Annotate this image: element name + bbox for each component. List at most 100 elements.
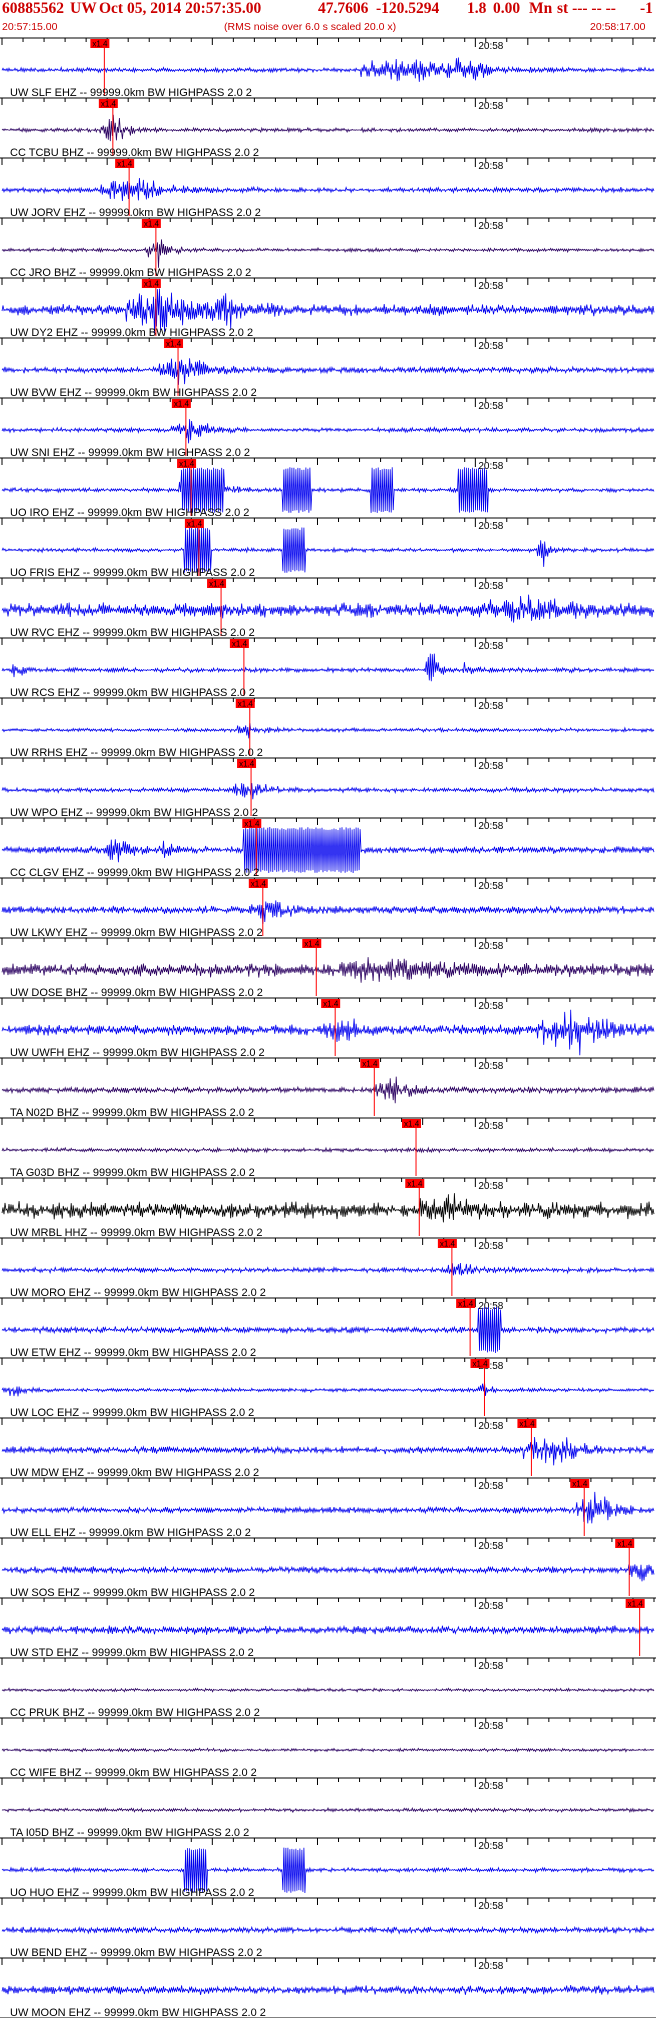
minute-label: 20:58: [478, 1781, 503, 1792]
trace-panel: 20:58 x1.4 CC CLGV EHZ -- 99999.0km BW HIG…: [0, 817, 656, 879]
trace-panel: 20:58x1.4UW LOC EHZ -- 99999.0km BW HIGH…: [0, 1357, 656, 1419]
minute-label: 20:58: [478, 1541, 503, 1552]
waveform: [1, 1925, 655, 1935]
minute-label: 20:58: [478, 1241, 503, 1252]
waveform: [1, 653, 655, 682]
minute-label: 20:58: [478, 761, 503, 772]
station-label: UO HUO EHZ -- 99999.0km BW HIGHPASS 2.0 …: [10, 1887, 254, 1899]
waveform: [1, 1436, 655, 1466]
station-label: UW BVW EHZ -- 99999.0km BW HIGHPASS 2.0 …: [10, 387, 257, 399]
trace-panel: 20:58x1.4UO IRO EHZ -- 99999.0km BW HIGH…: [0, 457, 656, 519]
trace-panel: 20:58x1.4UW ETW EHZ -- 99999.0km BW HIGH…: [0, 1297, 656, 1359]
waveform: [1, 1806, 655, 1814]
pick-marker-label: x1.4: [519, 1420, 535, 1429]
minute-label: 20:58: [478, 341, 503, 352]
station-label: TA N02D BHZ -- 99999.0km BW HIGHPASS 2.0…: [10, 1107, 254, 1119]
waveform: [1, 239, 655, 268]
trace-panel: 20:58 x1.4 CC TCBU BHZ -- 99999.0km BW HIG…: [0, 97, 656, 159]
pick-marker-label: x1.4: [617, 1540, 633, 1549]
station-label: UO FRIS EHZ -- 99999.0km BW HIGHPASS 2.0…: [10, 567, 255, 579]
trace-panel: 20:58 x1.4 UO FRIS EHZ -- 99999.0km BW HIG…: [0, 517, 656, 579]
station-label: CC WIFE BHZ -- 99999.0km BW HIGHPASS 2.0…: [10, 1767, 257, 1779]
pick-marker-label: x1.4: [472, 1360, 488, 1369]
trace-panel: 20:58 x1.4 UW JORV EHZ -- 99999.0km BW HIG…: [0, 157, 656, 219]
pick-marker-label: x1.4: [304, 940, 320, 949]
minute-label: 20:58: [478, 1601, 503, 1612]
trace-panel: 20:58 x1.4 UW STD EHZ -- 99999.0km BW HIGH…: [0, 1597, 656, 1659]
minute-label: 20:58: [478, 521, 503, 532]
station-label: UW BEND EHZ -- 99999.0km BW HIGHPASS 2.0…: [10, 1947, 262, 1959]
pick-marker-label: x1.4: [144, 220, 160, 229]
trace-panel: 20:58 x1.4 UW RCS EHZ -- 99999.0km BW HIGH…: [0, 637, 656, 699]
waveform: [1, 783, 655, 800]
station-label: UW DY2 EHZ -- 99999.0km BW HIGHPASS 2.0 …: [10, 327, 253, 339]
waveform: [1, 57, 655, 82]
waveform: [1, 1687, 655, 1693]
trace-panel: 20:58 x1.4 TA G03D BHZ -- 99999.0km BW HIG…: [0, 1117, 656, 1179]
station-label: UW MOON EHZ -- 99999.0km BW HIGHPASS 2.0…: [10, 2007, 266, 2018]
waveform: [1, 114, 655, 142]
minute-label: 20:58: [478, 1181, 503, 1192]
station-label: UW ETW EHZ -- 99999.0km BW HIGHPASS 2.0 …: [10, 1347, 256, 1359]
waveform: [1, 1193, 655, 1223]
station-label: UW SLF EHZ -- 99999.0km BW HIGHPASS 2.0 …: [10, 87, 252, 99]
station-label: UW SOS EHZ -- 99999.0km BW HIGHPASS 2.0 …: [10, 1587, 255, 1599]
waveform: [1, 1146, 655, 1154]
trace-panel: 20:58 x1.4 TA N02D BHZ -- 99999.0km BW HIG…: [0, 1057, 656, 1119]
waveform: [1, 1076, 655, 1104]
pick-marker-label: x1.4: [238, 700, 254, 709]
station-label: UW UWFH EHZ -- 99999.0km BW HIGHPASS 2.0…: [10, 1047, 265, 1059]
minute-label: 20:58: [478, 401, 503, 412]
waveform: [1, 594, 655, 623]
station-label: UW SNI EHZ -- 99999.0km BW HIGHPASS 2.0 …: [10, 447, 250, 459]
station-label: CC JRO BHZ -- 99999.0km BW HIGHPASS 2.0 …: [10, 267, 251, 279]
station-label: UW LKWY EHZ -- 99999.0km BW HIGHPASS 2.0…: [10, 927, 263, 939]
trace-panel: 20:58 x1.4 UW MORO EHZ -- 99999.0km BW HIG…: [0, 1237, 656, 1299]
station-label: UW RRHS EHZ -- 99999.0km BW HIGHPASS 2.0…: [10, 747, 263, 759]
pick-marker-label: x1.4: [239, 760, 255, 769]
station-label: UO IRO EHZ -- 99999.0km BW HIGHPASS 2.0 …: [10, 507, 249, 519]
station-label: UW DOSE BHZ -- 99999.0km BW HIGHPASS 2.0…: [10, 987, 263, 999]
minute-label: 20:58: [478, 1121, 503, 1132]
pick-marker-label: x1.4: [404, 1120, 420, 1129]
waveform: [1, 1985, 655, 1996]
pick-marker-label: x1.4: [179, 460, 195, 469]
station-label: UW JORV EHZ -- 99999.0km BW HIGHPASS 2.0…: [10, 207, 261, 219]
trace-panel: 20:58 x1.4 UW ELL EHZ -- 99999.0km BW HIGH…: [0, 1477, 656, 1539]
station-label: UW STD EHZ -- 99999.0km BW HIGHPASS 2.0 …: [10, 1647, 254, 1659]
trace-panel: 20:58 x1.4 UW LKWY EHZ -- 99999.0km BW HIG…: [0, 877, 656, 939]
pick-marker-label: x1.4: [323, 1000, 339, 1009]
station-label: UW MDW EHZ -- 99999.0km BW HIGHPASS 2.0 …: [10, 1467, 259, 1479]
waveform: [1, 723, 655, 739]
trace-panel: 20:58 UW MOON EHZ -- 99999.0km BW HIGHPAS…: [0, 1957, 656, 2018]
minute-label: 20:58: [478, 221, 503, 232]
minute-label: 20:58: [478, 281, 503, 292]
trace-panel: 20:58 TA I05D BHZ -- 99999.0km BW HIGHPAS…: [0, 1777, 656, 1839]
station-label: UW WPO EHZ -- 99999.0km BW HIGHPASS 2.0 …: [10, 807, 258, 819]
pick-marker-label: x1.4: [440, 1240, 456, 1249]
minute-label: 20:58: [478, 1421, 503, 1432]
pick-marker-label: x1.4: [166, 340, 182, 349]
station-label: UW MORO EHZ -- 99999.0km BW HIGHPASS 2.0…: [10, 1287, 266, 1299]
station-label: CC TCBU BHZ -- 99999.0km BW HIGHPASS 2.0…: [10, 147, 259, 159]
trace-panel: 20:58 x1.4 UW SOS EHZ -- 99999.0km BW HIGH…: [0, 1537, 656, 1599]
trace-panel: 20:58 UW BEND EHZ -- 99999.0km BW HIGHPAS…: [0, 1897, 656, 1959]
minute-label: 20:58: [478, 41, 503, 52]
minute-label: 20:58: [478, 1481, 503, 1492]
pick-marker-label: x1.4: [117, 160, 133, 169]
trace-panel: 20:58 UO HUO EHZ -- 99999.0km BW HIGHPASS…: [0, 1837, 656, 1899]
pick-marker-label: x1.4: [232, 640, 248, 649]
waveform: [1, 358, 655, 385]
minute-label: 20:58: [478, 1901, 503, 1912]
station-label: UW RCS EHZ -- 99999.0km BW HIGHPASS 2.0 …: [10, 687, 255, 699]
station-label: UW LOC EHZ -- 99999.0km BW HIGHPASS 2.0 …: [10, 1407, 254, 1419]
station-label: CC CLGV EHZ -- 99999.0km BW HIGHPASS 2.0…: [10, 867, 259, 879]
station-label: UW ELL EHZ -- 99999.0km BW HIGHPASS 2.0 …: [10, 1527, 251, 1539]
minute-label: 20:58: [478, 101, 503, 112]
pick-marker-label: x1.4: [92, 40, 108, 49]
waveform: [1, 1624, 655, 1635]
minute-label: 20:58: [478, 1061, 503, 1072]
waveform: [1, 1381, 655, 1397]
trace-panel: 20:58 x1.4 UW RVC EHZ -- 99999.0km BW HIGH…: [0, 577, 656, 639]
minute-label: 20:58: [478, 1841, 503, 1852]
